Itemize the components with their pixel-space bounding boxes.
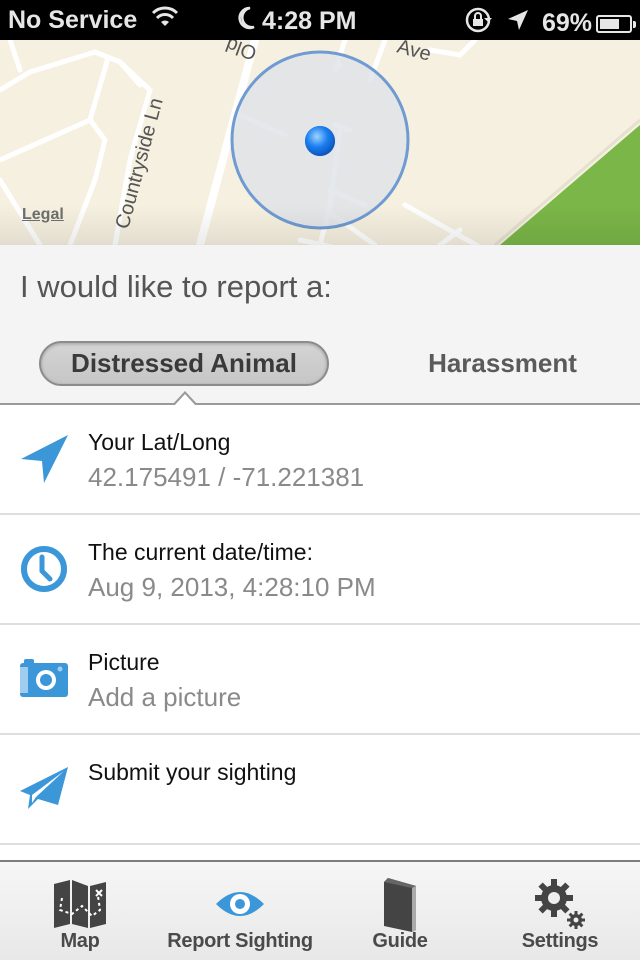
eye-icon xyxy=(212,876,268,932)
tab-map[interactable]: Map xyxy=(0,862,160,960)
rotation-lock-icon xyxy=(464,6,494,41)
moon-icon xyxy=(238,6,256,37)
paper-plane-icon xyxy=(18,763,70,815)
date-time-value: Aug 9, 2013, 4:28:10 PM xyxy=(88,572,376,602)
segment-harassment[interactable]: Harassment xyxy=(395,341,610,386)
tab-label: Settings xyxy=(521,930,599,952)
row-title: Your Lat/Long xyxy=(88,429,231,455)
legal-link[interactable]: Legal xyxy=(22,206,64,224)
tab-settings[interactable]: Settings xyxy=(480,862,640,960)
row-picture[interactable]: Picture Add a picture xyxy=(0,625,640,735)
tab-label: Report Sighting xyxy=(167,930,313,952)
report-form-list: Your Lat/Long 42.175491 / -71.221381 The… xyxy=(0,405,640,845)
book-icon xyxy=(372,876,428,932)
tab-bar: Map Report Sighting Guide Settings xyxy=(0,860,640,960)
wifi-icon xyxy=(151,6,179,35)
street-label-old: Old xyxy=(223,40,260,64)
lat-long-value: 42.175491 / -71.221381 xyxy=(88,462,365,492)
battery-percent: 69% xyxy=(541,9,592,37)
carrier-label: No Service xyxy=(8,6,138,34)
tab-guide[interactable]: Guide xyxy=(320,862,480,960)
selection-pointer xyxy=(172,391,198,406)
report-title: I would like to report a: xyxy=(20,269,332,304)
add-picture-placeholder: Add a picture xyxy=(88,682,242,712)
clock-time: 4:28 PM xyxy=(262,7,357,35)
status-bar: No Service 4:28 PM 69% xyxy=(0,0,640,40)
battery-fill xyxy=(600,18,620,29)
report-type-header: I would like to report a: Distressed Ani… xyxy=(0,245,640,406)
segment-distressed-animal[interactable]: Distressed Animal xyxy=(39,341,329,386)
tab-label: Guide xyxy=(372,930,428,952)
street-label-ave: Ave xyxy=(395,40,434,66)
row-submit[interactable]: Submit your sighting xyxy=(0,735,640,845)
camera-icon xyxy=(18,653,70,705)
tab-report-sighting[interactable]: Report Sighting xyxy=(160,862,320,960)
row-title: The current date/time: xyxy=(88,539,313,565)
row-title: Picture xyxy=(88,649,160,675)
map-shadow xyxy=(0,205,640,245)
map-view[interactable]: Old Ave Countryside Ln Legal xyxy=(0,40,640,245)
clock-icon xyxy=(18,543,70,595)
location-arrow-icon xyxy=(18,433,70,485)
map-icon xyxy=(52,876,108,932)
battery-icon xyxy=(596,14,636,33)
tab-label: Map xyxy=(60,930,100,952)
row-date-time[interactable]: The current date/time: Aug 9, 2013, 4:28… xyxy=(0,515,640,625)
submit-sighting-label: Submit your sighting xyxy=(88,759,297,785)
location-arrow-icon xyxy=(506,8,530,39)
row-lat-long[interactable]: Your Lat/Long 42.175491 / -71.221381 xyxy=(0,405,640,515)
gears-icon xyxy=(532,876,588,932)
